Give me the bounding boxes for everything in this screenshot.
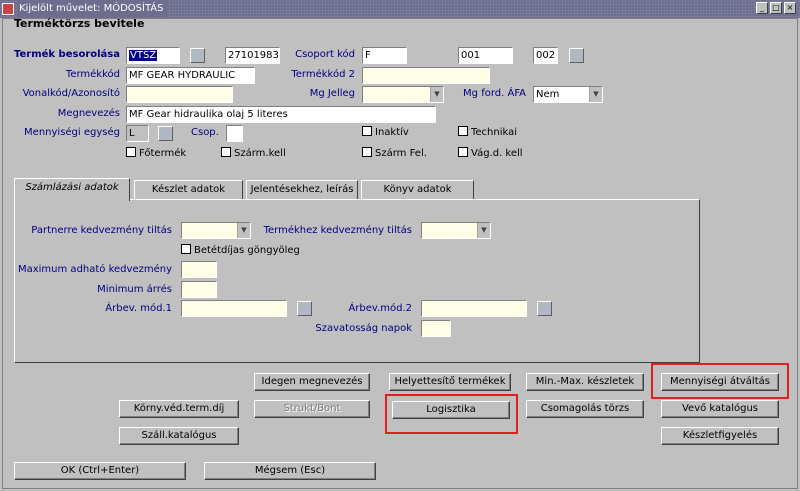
keszletfigyeles-button[interactable]: Készletfigyelés bbox=[661, 427, 779, 445]
mgfordafa-label: Mg ford. ÁFA bbox=[463, 88, 526, 99]
arbev1-label: Árbev. mód.1 bbox=[105, 303, 172, 314]
szavatossag-label: Szavatosság napok bbox=[315, 323, 412, 334]
mgjelleg-select[interactable]: ▼ bbox=[362, 86, 444, 103]
szall-katalogus-button[interactable]: Száll.katalógus bbox=[119, 427, 239, 445]
tab-jelentesekhez[interactable]: Jelentésekhez, leírás bbox=[246, 180, 358, 200]
ok-button[interactable]: OK (Ctrl+Enter) bbox=[14, 462, 186, 480]
strukt-bont-button[interactable]: Strukt/Bont bbox=[254, 400, 370, 418]
highlight-logisztika-box bbox=[385, 394, 518, 434]
mgjelleg-label: Mg Jelleg bbox=[309, 88, 355, 99]
min-max-keszletek-button[interactable]: Min.-Max. készletek bbox=[526, 373, 644, 391]
form-title: Terméktörzs bevitele bbox=[14, 17, 145, 30]
tab-panel bbox=[14, 199, 700, 363]
termekkod-field[interactable]: MF GEAR HYDRAULIC bbox=[126, 67, 255, 84]
tab-keszlet[interactable]: Készlet adatok bbox=[134, 180, 243, 200]
idegen-megnevezes-button[interactable]: Idegen megnevezés bbox=[254, 373, 370, 391]
chevron-down-icon[interactable]: ▼ bbox=[477, 223, 490, 238]
termek-kedv-label: Termékhez kedvezmény tiltás bbox=[263, 225, 412, 236]
besorolas-lov-button[interactable] bbox=[190, 48, 205, 63]
betetdijas-checkbox[interactable]: Betétdíjas göngyöleg bbox=[181, 243, 300, 258]
csoport-lov-button[interactable] bbox=[569, 48, 584, 63]
arbev1-field[interactable] bbox=[181, 300, 287, 317]
besorolas-code-field[interactable]: 271019830 bbox=[225, 47, 280, 64]
inaktiv-checkbox[interactable]: Inaktív bbox=[362, 125, 409, 140]
partner-kedv-select[interactable]: ▼ bbox=[181, 222, 251, 239]
max-kedv-label: Maximum adható kedvezmény bbox=[17, 264, 172, 275]
csomagolas-torzs-button[interactable]: Csomagolás törzs bbox=[526, 400, 644, 418]
mgfordafa-select[interactable]: Nem ▼ bbox=[533, 86, 603, 103]
chevron-down-icon[interactable]: ▼ bbox=[430, 87, 443, 102]
termekkod-label: Termékkód bbox=[65, 69, 120, 80]
min-arres-field[interactable] bbox=[181, 281, 217, 298]
besorolas-label: Termék besorolása bbox=[14, 49, 120, 60]
szarm-kell-checkbox[interactable]: Szárm.kell bbox=[221, 146, 286, 161]
chevron-down-icon[interactable]: ▼ bbox=[589, 87, 602, 102]
szarm-fel-checkbox[interactable]: Szárm Fel. bbox=[362, 146, 427, 161]
maximize-icon[interactable]: □ bbox=[770, 2, 782, 14]
termekkod2-label: Termékkód 2 bbox=[291, 69, 355, 80]
termek-kedv-select[interactable]: ▼ bbox=[421, 222, 491, 239]
arbev2-field[interactable] bbox=[421, 300, 527, 317]
tab-szamlazasi[interactable]: Számlázási adatok bbox=[14, 178, 130, 201]
megnevezes-label: Megnevezés bbox=[57, 108, 120, 119]
max-kedv-field[interactable] bbox=[181, 261, 217, 278]
termekkod2-field[interactable] bbox=[362, 67, 490, 84]
chevron-down-icon[interactable]: ▼ bbox=[237, 223, 250, 238]
min-arres-label: Minimum árrés bbox=[97, 284, 172, 295]
window-title: Kijelölt művelet: MÓDOSÍTÁS bbox=[17, 0, 168, 18]
close-icon[interactable]: × bbox=[784, 2, 796, 14]
highlight-mennyisegi-box bbox=[651, 363, 789, 399]
arbev2-label: Árbev.mód.2 bbox=[348, 303, 412, 314]
tab-konyv[interactable]: Könyv adatok bbox=[361, 180, 474, 200]
mennyisegi-field[interactable]: L bbox=[126, 125, 149, 142]
app-icon bbox=[2, 3, 14, 15]
window-titlebar: Kijelölt művelet: MÓDOSÍTÁS _ □ × bbox=[0, 0, 800, 18]
arbev2-lov-button[interactable] bbox=[537, 301, 552, 316]
csoport-label: Csoport kód bbox=[295, 49, 355, 60]
csop-label: Csop. bbox=[191, 127, 219, 138]
minimize-icon[interactable]: _ bbox=[756, 2, 768, 14]
fotermek-checkbox[interactable]: Főtermék bbox=[126, 146, 186, 161]
partner-kedv-label: Partnerre kedvezmény tiltás bbox=[31, 225, 172, 236]
vonalkod-label: Vonalkód/Azonosító bbox=[22, 88, 120, 99]
helyettesito-termekek-button[interactable]: Helyettesítő termékek bbox=[389, 373, 511, 391]
csoport-field-1[interactable]: F bbox=[362, 47, 407, 64]
csop-field[interactable] bbox=[226, 125, 243, 142]
csoport-field-3[interactable]: 002 bbox=[533, 47, 558, 64]
mennyisegi-label: Mennyiségi egység bbox=[24, 127, 120, 138]
vevo-katalogus-button[interactable]: Vevő katalógus bbox=[661, 400, 779, 418]
csoport-field-2[interactable]: 001 bbox=[458, 47, 513, 64]
megnevezes-field[interactable]: MF Gear hidraulika olaj 5 literes bbox=[126, 106, 436, 123]
besorolas-field[interactable]: VTSZ bbox=[126, 47, 180, 64]
technikai-checkbox[interactable]: Technikai bbox=[458, 125, 517, 140]
vonalkod-field[interactable] bbox=[126, 86, 233, 103]
mennyisegi-lov-button[interactable] bbox=[158, 126, 173, 141]
kornyved-termdij-button[interactable]: Körny.véd.term.díj bbox=[119, 400, 239, 418]
szavatossag-field[interactable] bbox=[421, 320, 451, 337]
arbev1-lov-button[interactable] bbox=[297, 301, 312, 316]
megsem-button[interactable]: Mégsem (Esc) bbox=[204, 462, 376, 480]
vagd-kell-checkbox[interactable]: Vág.d. kell bbox=[458, 146, 523, 161]
